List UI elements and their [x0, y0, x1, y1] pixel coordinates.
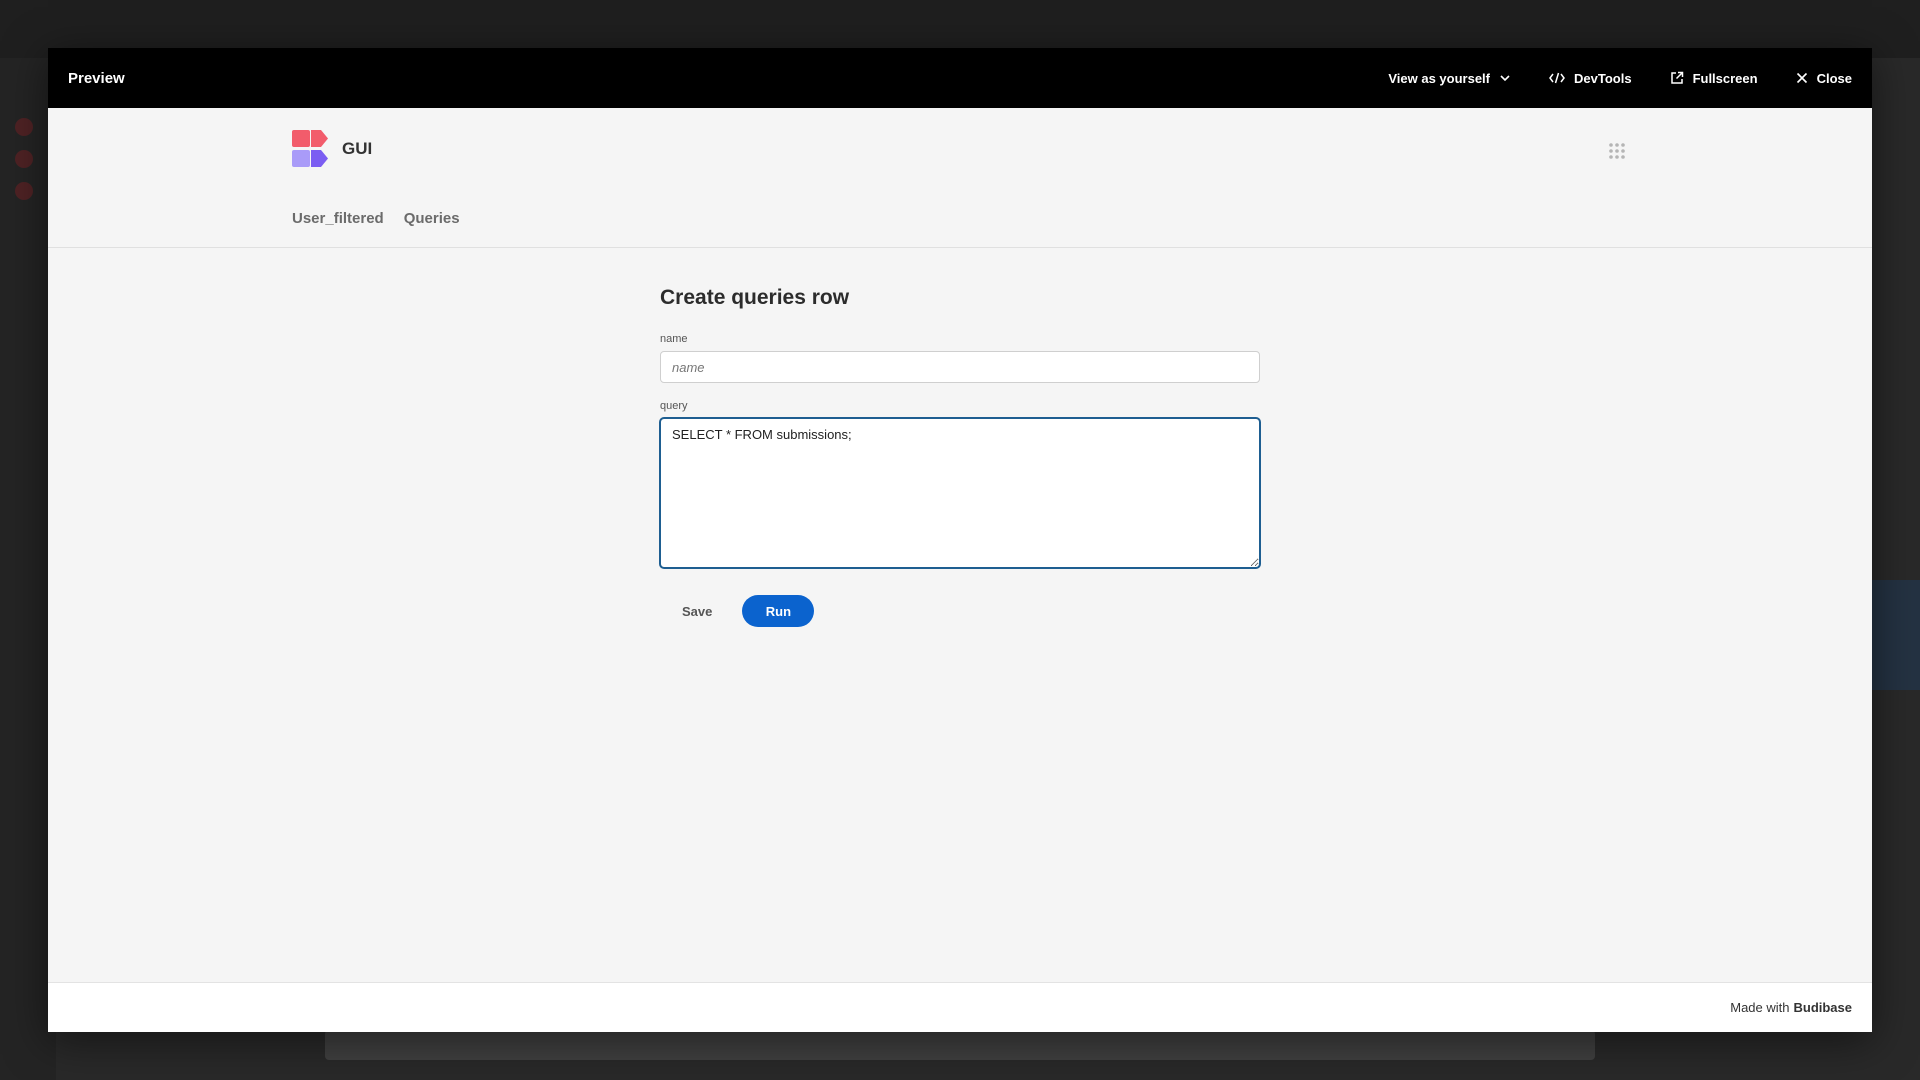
footer-prefix: Made with — [1730, 1000, 1790, 1015]
save-button[interactable]: Save — [660, 595, 734, 627]
run-button[interactable]: Run — [742, 595, 815, 627]
grid-dots-icon[interactable] — [1608, 142, 1626, 165]
app-logo-wrap[interactable]: GUI — [292, 130, 372, 168]
modal-title: Preview — [68, 69, 125, 87]
external-link-icon — [1670, 71, 1683, 84]
header-actions: View as yourself DevTools Fullscreen Clo… — [1350, 71, 1852, 86]
close-button[interactable]: Close — [1796, 71, 1852, 86]
close-label: Close — [1816, 70, 1852, 86]
fullscreen-label: Fullscreen — [1692, 70, 1758, 86]
devtools-button[interactable]: DevTools — [1549, 71, 1632, 86]
view-as-dropdown[interactable]: View as yourself — [1388, 71, 1511, 86]
nav-link-queries[interactable]: Queries — [404, 210, 460, 227]
fullscreen-button[interactable]: Fullscreen — [1670, 71, 1758, 86]
form-title: Create queries row — [660, 286, 850, 309]
modal-footer: Made with Budibase — [48, 982, 1872, 1032]
view-as-label: View as yourself — [1388, 70, 1490, 86]
query-field-group: query SELECT * FROM submissions; — [660, 400, 1260, 573]
chevron-down-icon — [1500, 75, 1510, 82]
footer-brand-link[interactable]: Budibase — [1793, 1000, 1852, 1015]
modal-header: Preview View as yourself DevTools Fullsc… — [48, 48, 1872, 108]
app-navigation: GUI User_filtered Queries — [48, 108, 1872, 248]
app-name: GUI — [342, 139, 373, 158]
nav-link-user-filtered[interactable]: User_filtered — [292, 210, 384, 227]
close-icon — [1796, 72, 1807, 84]
query-textarea[interactable]: SELECT * FROM submissions; — [660, 418, 1260, 568]
query-field-label: query — [660, 400, 688, 412]
budibase-logo-icon — [292, 130, 328, 167]
form-buttons: Save Run — [660, 595, 1260, 627]
nav-links: User_filtered Queries — [292, 210, 460, 227]
name-input[interactable] — [660, 351, 1260, 383]
devtools-label: DevTools — [1574, 70, 1632, 86]
name-field-group: name — [660, 333, 1260, 383]
create-row-form: Create queries row name query SELECT * F… — [660, 286, 1260, 627]
preview-modal: Preview View as yourself DevTools Fullsc… — [48, 48, 1872, 1032]
name-field-label: name — [660, 333, 688, 345]
code-icon — [1549, 72, 1565, 84]
